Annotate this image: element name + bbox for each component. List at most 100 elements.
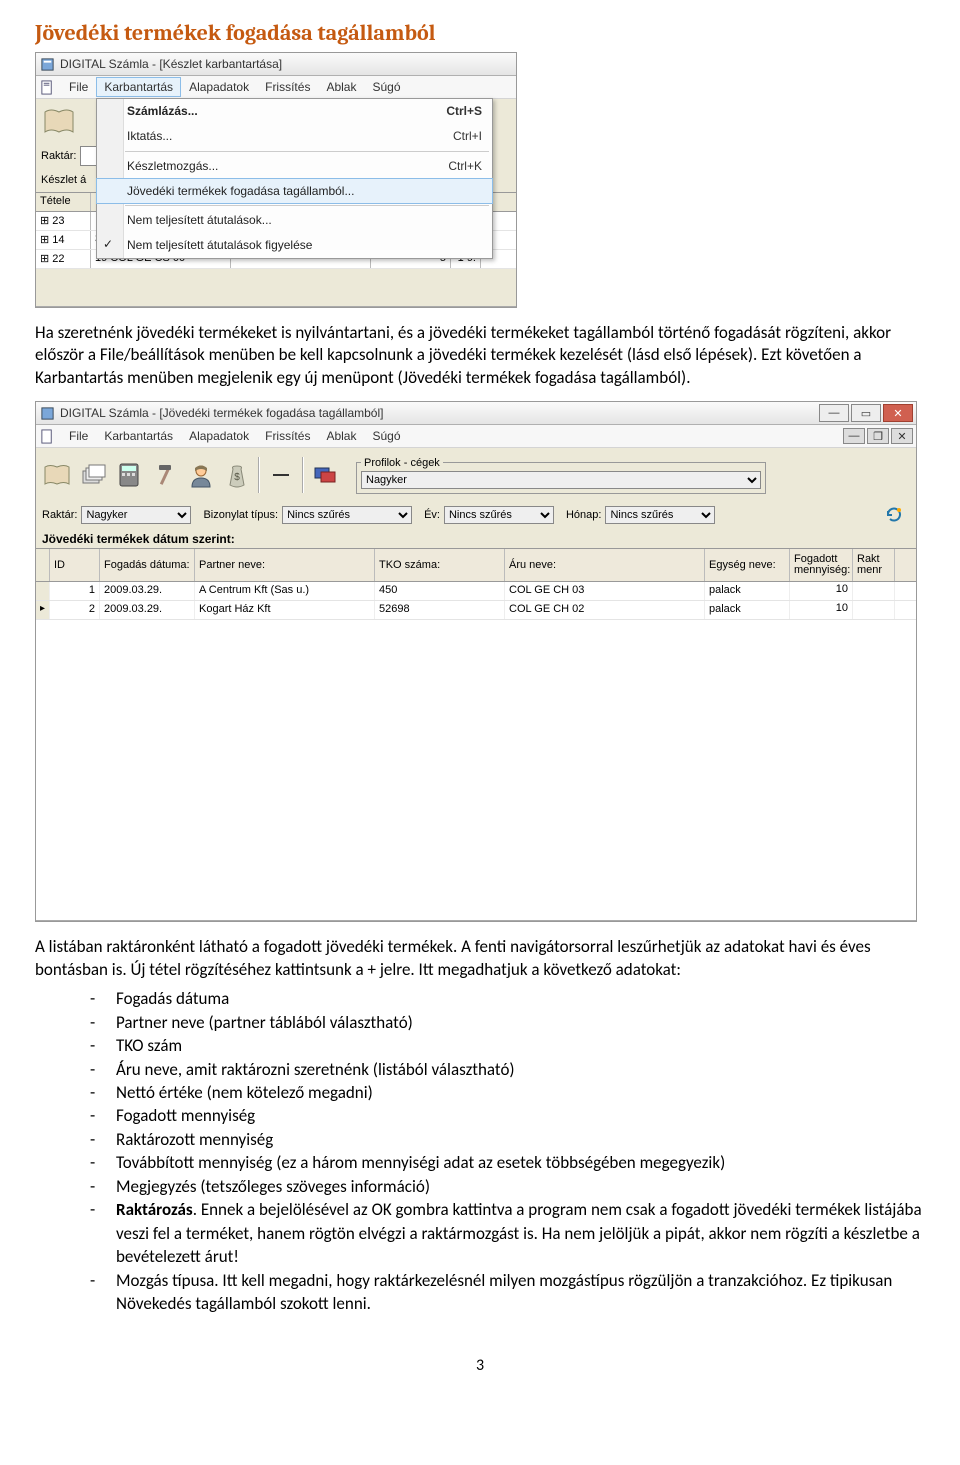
col-tko[interactable]: TKO száma: (375, 549, 505, 581)
list-item: Raktározás. Ennek a bejelölésével az OK … (90, 1198, 925, 1268)
cell: 2009.03.29. (100, 601, 195, 619)
doc-icon (40, 80, 55, 95)
row-marker-icon: ▸ (36, 601, 50, 619)
menu-item-label: Iktatás... (127, 129, 172, 143)
menu-sugo[interactable]: Súgó (364, 77, 408, 97)
shortcut: Ctrl+I (453, 129, 482, 143)
user-icon[interactable] (186, 457, 216, 493)
cell: 10 (790, 582, 853, 600)
minimize-button[interactable]: — (819, 404, 849, 422)
ev-select[interactable]: Nincs szűrés (444, 506, 554, 524)
cell: 2 (50, 601, 100, 619)
bold-term: Raktározás (116, 1199, 193, 1220)
menu-karbantartas[interactable]: Karbantartás (96, 426, 181, 446)
col-id[interactable]: ID (50, 549, 100, 581)
check-icon: ✓ (103, 237, 113, 251)
menu-file[interactable]: File (61, 77, 96, 97)
cell: palack (705, 582, 790, 600)
list-item: TKO szám (90, 1034, 925, 1057)
col-fogadott[interactable]: Fogadott mennyiség: (790, 549, 853, 581)
cards-icon[interactable] (310, 457, 340, 493)
menu-karbantartas[interactable]: Karbantartás (96, 77, 181, 97)
grid: ID Fogadás dátuma: Partner neve: TKO szá… (36, 548, 916, 921)
menu-sugo[interactable]: Súgó (364, 426, 408, 446)
screenshot-2: DIGITAL Számla - [Jövedéki termékek foga… (35, 401, 917, 922)
menu-item-label: Nem teljesített átutalások... (127, 213, 272, 227)
close-button[interactable]: ✕ (883, 404, 913, 422)
refresh-icon[interactable] (884, 505, 904, 525)
menu-file[interactable]: File (61, 426, 96, 446)
menu-frissites[interactable]: Frissítés (257, 77, 318, 97)
menu-alapadatok[interactable]: Alapadatok (181, 426, 257, 446)
menu-item-jovedeki[interactable]: Jövedéki termékek fogadása tagállamból..… (96, 178, 493, 204)
shortcut: Ctrl+K (448, 159, 482, 173)
profilok-fieldset: Profilok - cégek Nagyker (356, 457, 766, 494)
menu-item-nemteljesitett-figyeles[interactable]: ✓ Nem teljesített átutalások figyelése (97, 233, 492, 258)
list-item: Fogadás dátuma (90, 987, 925, 1010)
shortcut: Ctrl+S (446, 104, 482, 118)
cell: A Centrum Kft (Sas u.) (195, 582, 375, 600)
row-marker (36, 582, 50, 600)
bizonylat-label: Bizonylat típus: (203, 509, 278, 521)
cell: 2009.03.29. (100, 582, 195, 600)
toolbar: $ Profilok - cégek Nagyker (36, 448, 916, 502)
window-title: DIGITAL Számla - [Készlet karbantartása] (60, 57, 282, 71)
raktar-select[interactable]: Nagyker (81, 506, 191, 524)
cell: 450 (375, 582, 505, 600)
list-item-text: . Ennek a bejelölésével az OK gombra kat… (116, 1199, 922, 1267)
menu-frissites[interactable]: Frissítés (257, 426, 318, 446)
book-icon[interactable] (42, 457, 72, 493)
col-date[interactable]: Fogadás dátuma: (100, 549, 195, 581)
grid-title: Jövedéki termékek dátum szerint: (36, 528, 916, 548)
calc-icon[interactable] (114, 457, 144, 493)
app-icon (40, 57, 55, 72)
grid-row[interactable]: ▸ 2 2009.03.29. Kogart Ház Kft 52698 COL… (36, 601, 916, 620)
list-item: Nettó értéke (nem kötelező megadni) (90, 1081, 925, 1104)
stack-icon[interactable] (78, 457, 108, 493)
cell: 10 (790, 601, 853, 619)
child-close-button[interactable]: ✕ (891, 428, 913, 444)
menu-alapadatok[interactable]: Alapadatok (181, 77, 257, 97)
paragraph: A listában raktáronként látható a fogado… (35, 936, 925, 981)
col-egyseg[interactable]: Egység neve: (705, 549, 790, 581)
dash-icon[interactable] (266, 457, 296, 493)
child-restore-button[interactable]: ❐ (867, 428, 889, 444)
bag-icon[interactable]: $ (222, 457, 252, 493)
menu-ablak[interactable]: Ablak (318, 77, 364, 97)
screenshot-1: DIGITAL Számla - [Készlet karbantartása]… (35, 52, 517, 308)
col-aru[interactable]: Áru neve: (505, 549, 705, 581)
page-number: 3 (35, 1356, 925, 1375)
list-item: Továbbított mennyiség (ez a három mennyi… (90, 1151, 925, 1174)
list-item: Partner neve (partner táblából választha… (90, 1011, 925, 1034)
menu-item-label: Nem teljesített átutalások figyelése (127, 238, 312, 252)
honap-select[interactable]: Nincs szűrés (605, 506, 715, 524)
menu-item-label: Készletmozgás... (127, 159, 218, 173)
cell: 1 (50, 582, 100, 600)
menu-item-iktatas[interactable]: Iktatás... Ctrl+I (97, 124, 492, 149)
maximize-button[interactable]: ▭ (851, 404, 881, 422)
menu-item-label: Számlázás... (127, 104, 198, 118)
menu-item-keszletmozgas[interactable]: Készletmozgás... Ctrl+K (97, 154, 492, 179)
bizonylat-select[interactable]: Nincs szűrés (282, 506, 412, 524)
list-item: Mozgás típusa. Itt kell megadni, hogy ra… (90, 1269, 925, 1316)
menu-ablak[interactable]: Ablak (318, 426, 364, 446)
app-icon (40, 406, 55, 421)
menu-item-nemteljesitett[interactable]: Nem teljesített átutalások... (97, 208, 492, 233)
menu-item-szamlazas[interactable]: Számlázás... Ctrl+S (97, 99, 492, 124)
window-titlebar: DIGITAL Számla - [Jövedéki termékek foga… (36, 402, 916, 425)
profilok-legend: Profilok - cégek (361, 457, 443, 469)
hammer-icon[interactable] (150, 457, 180, 493)
col-partner[interactable]: Partner neve: (195, 549, 375, 581)
paragraph: Ha szeretnénk jövedéki termékeket is nyi… (35, 322, 925, 389)
raktar-label: Raktár: (42, 509, 77, 521)
menu-item-label: Jövedéki termékek fogadása tagállamból..… (127, 184, 354, 198)
svg-text:$: $ (234, 472, 240, 483)
grid-row[interactable]: 1 2009.03.29. A Centrum Kft (Sas u.) 450… (36, 582, 916, 601)
doc-icon (40, 429, 55, 444)
col-rakt[interactable]: Rakt menr (853, 549, 895, 581)
cell: COL GE CH 03 (505, 582, 705, 600)
child-minimize-button[interactable]: — (843, 428, 865, 444)
list-item: Megjegyzés (tetszőleges szöveges informá… (90, 1175, 925, 1198)
bullet-list: Fogadás dátuma Partner neve (partner táb… (35, 987, 925, 1315)
profilok-select[interactable]: Nagyker (361, 471, 761, 489)
